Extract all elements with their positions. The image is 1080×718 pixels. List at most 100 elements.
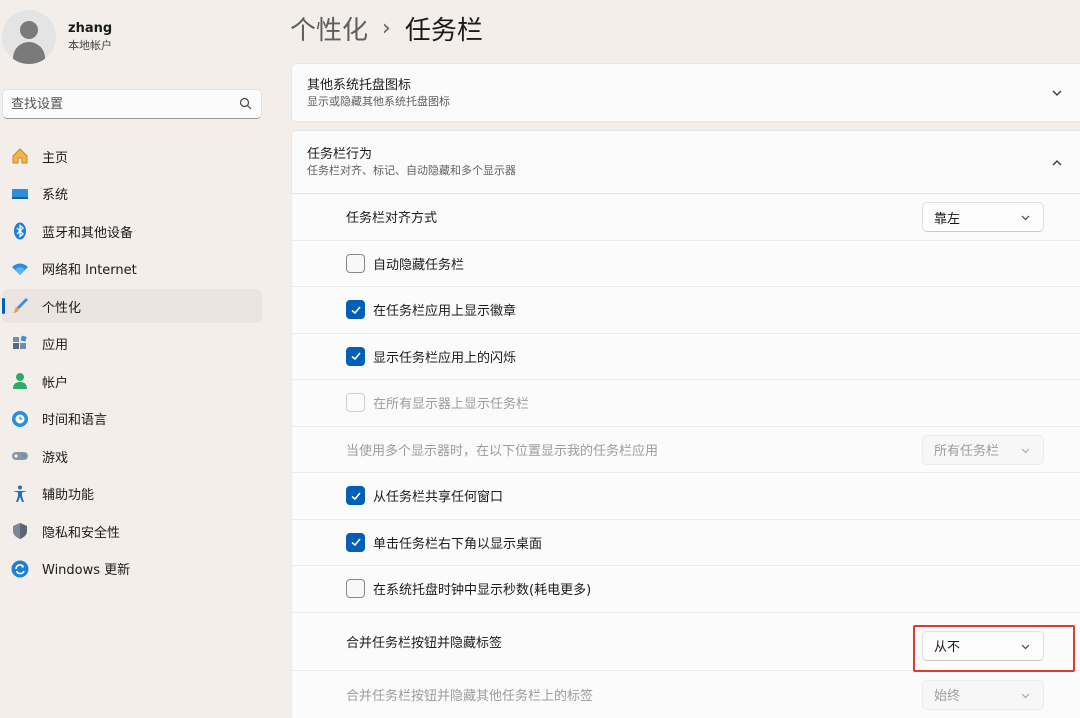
nav-label-time-language: 时间和语言 [42,413,108,428]
row-show-flashing: 显示任务栏应用上的闪烁 [291,333,1080,380]
nav-label-windows-update: Windows 更新 [42,563,131,578]
nav-label-accessibility: 辅助功能 [42,488,95,503]
chevron-up-icon[interactable] [1050,156,1064,170]
combine-other-dropdown[interactable]: 始终 [922,679,1044,710]
home-icon [10,146,30,166]
nav-label-gaming: 游戏 [42,450,69,466]
combine-buttons-value: 从不 [934,640,961,655]
taskbar-behaviors-title: 任务栏行为 [307,147,373,162]
nav-item-accounts[interactable]: 帐户 [2,364,262,398]
show-flashing-checkbox[interactable] [346,346,365,366]
accessibility-icon [10,484,30,504]
share-window-checkbox[interactable] [346,486,365,506]
row-all-displays: 在所有显示器上显示任务栏 [291,380,1080,427]
nav-item-windows-update[interactable]: Windows 更新 [2,552,262,586]
row-show-badges: 在任务栏应用上显示徽章 [291,287,1080,334]
wifi-icon [10,259,30,279]
multi-display-label: 当使用多个显示器时，在以下位置显示我的任务栏应用 [346,443,659,459]
chevron-down-icon [1021,644,1030,649]
auto-hide-checkbox[interactable] [346,253,365,273]
nav-label-accounts: 帐户 [42,375,69,391]
taskbar-behaviors-card[interactable]: 任务栏行为 任务栏对齐、标记、自动隐藏和多个显示器 [291,130,1080,194]
share-window-label[interactable]: 从任务栏共享任何窗口 [373,486,503,505]
row-auto-hide: 自动隐藏任务栏 [291,240,1080,287]
nav-item-privacy[interactable]: 隐私和安全性 [2,514,262,548]
tray-icons-title: 其他系统托盘图标 [307,77,412,93]
multi-display-value: 所有任务栏 [934,444,1000,459]
nav-item-system[interactable]: 系统 [2,177,262,211]
multi-display-dropdown[interactable]: 所有任务栏 [922,434,1044,465]
nav-list: 主页 系统 蓝牙和其他设备 网络和 Internet 个性化 应用 帐户 时间和… [2,139,262,589]
taskbar-behaviors-desc: 任务栏对齐、标记、自动隐藏和多个显示器 [307,164,516,177]
brush-icon [10,296,30,316]
shield-icon [10,521,30,541]
nav-item-accessibility[interactable]: 辅助功能 [2,477,262,511]
checkmark-icon [350,306,361,314]
breadcrumb-separator: › [382,15,391,41]
gamepad-icon [10,446,30,466]
search-box[interactable] [2,89,262,119]
combine-other-value: 始终 [934,689,961,704]
show-badges-label[interactable]: 在任务栏应用上显示徽章 [373,300,516,319]
globe-clock-icon [10,409,30,429]
system-icon [10,184,30,204]
row-multi-display: 当使用多个显示器时，在以下位置显示我的任务栏应用 所有任务栏 [291,426,1080,473]
checkmark-icon [350,538,361,547]
show-flashing-label[interactable]: 显示任务栏应用上的闪烁 [373,347,516,366]
nav-label-network: 网络和 Internet [42,263,137,278]
tray-icons-card[interactable]: 其他系统托盘图标 显示或隐藏其他系统托盘图标 [291,63,1080,122]
user-profile[interactable]: zhang 本地帐户 [2,10,112,64]
nav-item-personalization[interactable]: 个性化 [2,289,262,323]
row-show-seconds: 在系统托盘时钟中显示秒数(耗电更多) [291,566,1080,613]
show-seconds-checkbox[interactable] [346,579,365,599]
taskbar-alignment-value: 靠左 [934,211,961,227]
show-desktop-checkbox[interactable] [346,532,365,552]
combine-buttons-dropdown[interactable]: 从不 [922,630,1044,661]
show-seconds-label[interactable]: 在系统托盘时钟中显示秒数(耗电更多) [373,579,591,598]
checkmark-icon [350,352,361,361]
nav-item-time-language[interactable]: 时间和语言 [2,402,262,436]
nav-label-apps: 应用 [42,338,69,353]
all-displays-label: 在所有显示器上显示任务栏 [373,397,530,413]
nav-label-home: 主页 [42,150,69,166]
breadcrumb: 个性化 › 任务栏 [290,8,483,48]
search-icon[interactable] [239,97,253,111]
search-input[interactable] [11,96,239,112]
bluetooth-icon [10,221,30,241]
nav-item-network[interactable]: 网络和 Internet [2,252,262,286]
page-title: 任务栏 [404,15,483,46]
account-type: 本地帐户 [68,39,112,52]
checkmark-icon [350,492,361,500]
row-combine-buttons: 合并任务栏按钮并隐藏标签 从不 [291,612,1080,671]
row-show-desktop: 单击任务栏右下角以显示桌面 [291,519,1080,566]
chevron-down-icon [1021,448,1030,453]
apps-icon [10,334,30,354]
nav-item-home[interactable]: 主页 [2,139,262,173]
show-badges-checkbox[interactable] [346,300,365,320]
avatar [2,10,56,64]
auto-hide-label[interactable]: 自动隐藏任务栏 [373,254,464,273]
sidebar: zhang 本地帐户 主页 系统 蓝牙和其他设备 [0,0,275,718]
combine-buttons-label: 合并任务栏按钮并隐藏标签 [346,635,503,651]
breadcrumb-parent[interactable]: 个性化 [290,10,368,47]
all-displays-checkbox[interactable] [346,393,365,413]
account-icon [10,371,30,391]
update-icon [10,559,30,579]
nav-item-bluetooth[interactable]: 蓝牙和其他设备 [2,214,262,248]
user-name: zhang [68,21,113,36]
row-combine-other: 合并任务栏按钮并隐藏其他任务栏上的标签 始终 [291,670,1080,718]
chevron-down-icon [1021,693,1030,698]
nav-label-bluetooth: 蓝牙和其他设备 [42,225,134,241]
nav-item-gaming[interactable]: 游戏 [2,439,262,473]
nav-label-system: 系统 [42,188,69,203]
show-desktop-label[interactable]: 单击任务栏右下角以显示桌面 [373,533,542,552]
chevron-down-icon [1021,215,1030,221]
row-taskbar-alignment: 任务栏对齐方式 靠左 [291,194,1080,241]
tray-icons-desc: 显示或隐藏其他系统托盘图标 [307,94,450,108]
taskbar-alignment-label: 任务栏对齐方式 [346,211,438,227]
row-share-window: 从任务栏共享任何窗口 [291,473,1080,520]
chevron-down-icon[interactable] [1050,86,1064,100]
nav-item-apps[interactable]: 应用 [2,327,262,361]
nav-label-personalization: 个性化 [42,300,82,316]
taskbar-alignment-dropdown[interactable]: 靠左 [922,202,1044,232]
